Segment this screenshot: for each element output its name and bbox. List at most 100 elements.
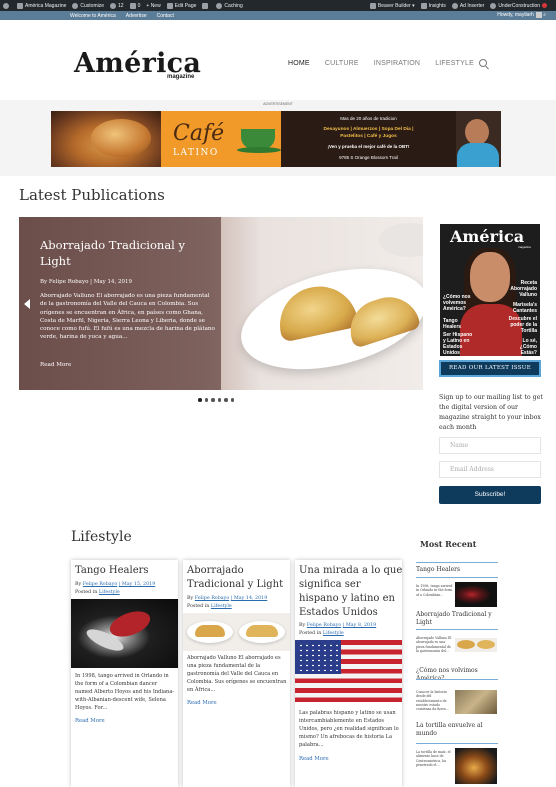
customize-label: Customize bbox=[80, 2, 105, 9]
card-posted-in: Posted in bbox=[187, 604, 210, 609]
empanada-image bbox=[195, 625, 225, 637]
card-image[interactable] bbox=[71, 599, 178, 668]
empanada-image bbox=[457, 640, 475, 649]
nav-inspiration[interactable]: INSPIRATION bbox=[374, 60, 420, 67]
caching-label: Caching bbox=[224, 2, 243, 9]
slider-dot[interactable] bbox=[224, 398, 228, 402]
recent-item-excerpt: La tortilla de maíz, el alimento base de… bbox=[416, 750, 451, 767]
card-category: Posted in Lifestyle bbox=[299, 630, 344, 637]
card-read-more[interactable]: Read More bbox=[75, 718, 105, 724]
beaver-builder-link[interactable]: Beaver Builder ▾ bbox=[369, 2, 415, 9]
new-content-link[interactable]: + New bbox=[146, 3, 160, 9]
slide-excerpt: Aborrajado Valluno El aborrajado es una … bbox=[40, 293, 215, 341]
name-input[interactable]: Name bbox=[439, 437, 541, 454]
featured-slider[interactable]: Aborrajado Tradicional y Light By Felipe… bbox=[19, 217, 423, 390]
nav-home[interactable]: HOME bbox=[288, 60, 310, 67]
subscribe-button[interactable]: Subscribe! bbox=[439, 486, 541, 504]
comment-icon bbox=[129, 2, 136, 9]
card-author-link[interactable]: Felipe Robayo bbox=[83, 582, 117, 587]
read-latest-issue-button[interactable]: READ OUR LATEST ISSUE bbox=[439, 360, 541, 377]
site-name-link[interactable]: América Magazine bbox=[17, 2, 66, 9]
card-category: Posted in Lifestyle bbox=[75, 589, 120, 596]
post-card[interactable]: Aborrajado Tradicional y Light By Felipe… bbox=[183, 560, 290, 787]
recent-item-title[interactable]: ¿Cómo nos volvimos América? bbox=[416, 667, 500, 683]
card-title[interactable]: Aborrajado Tradicional y Light bbox=[187, 564, 290, 592]
search-icon[interactable]: ⌕ bbox=[543, 12, 546, 18]
card-image[interactable] bbox=[183, 613, 290, 651]
slider-prev-arrow-icon[interactable] bbox=[24, 299, 30, 309]
lifestyle-heading: Lifestyle bbox=[71, 529, 132, 545]
empanada-image-2 bbox=[246, 625, 278, 637]
edit-page-link[interactable]: Edit Page bbox=[166, 2, 196, 9]
recent-item-excerpt: In 1998, tango arrived in Orlando in the… bbox=[416, 584, 453, 597]
card-author-link[interactable]: Felipe Robayo bbox=[307, 623, 341, 628]
nav-culture[interactable]: CULTURE bbox=[325, 60, 359, 67]
cover-headline-right-3: Descubre el poder de la Tortilla bbox=[508, 316, 537, 334]
cover-subtitle: magazine bbox=[518, 245, 532, 249]
top-link-contact[interactable]: Contact bbox=[157, 13, 174, 19]
recent-item-thumbnail[interactable] bbox=[455, 638, 497, 652]
slide-title[interactable]: Aborrajado Tradicional y Light bbox=[40, 237, 210, 269]
card-title[interactable]: Una mirada a lo que significa ser hispan… bbox=[299, 564, 402, 620]
cover-headline-left-1: ¿Cómo nos volvemos América? bbox=[443, 294, 471, 312]
card-date: | May 15, 2019 bbox=[118, 582, 156, 587]
ad-line-3: ¡Ven y prueba el mejor café de la OBT! bbox=[327, 144, 410, 149]
cafe-latino-banner[interactable]: Café LATINO Mas de 20 años de tradicion … bbox=[51, 111, 501, 167]
under-construction-link[interactable]: UnderConstruction bbox=[490, 2, 547, 9]
ad-inserter-link[interactable]: Ad Inserter bbox=[451, 2, 484, 9]
slider-dot[interactable] bbox=[230, 398, 234, 402]
card-meta: By Felipe Robayo | May 15, 2019 bbox=[75, 581, 155, 588]
recent-item-title[interactable]: Tango Healers bbox=[416, 566, 500, 574]
card-category-link[interactable]: Lifestyle bbox=[99, 590, 120, 595]
card-read-more[interactable]: Read More bbox=[187, 700, 217, 706]
slider-dot[interactable] bbox=[211, 398, 215, 402]
cover-headline-left-2: Tango Healers bbox=[443, 318, 462, 330]
card-category-link[interactable]: Lifestyle bbox=[323, 631, 344, 636]
card-read-more[interactable]: Read More bbox=[299, 756, 329, 762]
slider-dot[interactable] bbox=[198, 398, 202, 402]
comments-count: 0 bbox=[137, 2, 141, 9]
divider bbox=[416, 629, 498, 631]
wordpress-menu[interactable] bbox=[3, 2, 11, 9]
card-title[interactable]: Tango Healers bbox=[75, 564, 178, 578]
wpforms-link[interactable] bbox=[202, 2, 210, 9]
top-link-advertise[interactable]: Advertise bbox=[126, 13, 147, 19]
under-construction-label: UnderConstruction bbox=[498, 2, 540, 9]
card-category-link[interactable]: Lifestyle bbox=[211, 604, 232, 609]
cover-headline-right-2: Marisela's Cantantes bbox=[512, 302, 537, 314]
recent-item-thumbnail[interactable] bbox=[455, 690, 497, 714]
card-image[interactable] bbox=[295, 640, 402, 702]
search-icon[interactable] bbox=[479, 59, 487, 67]
recent-item-thumbnail[interactable] bbox=[455, 748, 497, 784]
cover-title: América bbox=[450, 227, 525, 246]
recent-item-title[interactable]: Aborrajado Tradicional y Light bbox=[416, 611, 500, 627]
card-meta: By Felipe Robayo | May 14, 2019 bbox=[187, 595, 267, 602]
ad-brand: Café bbox=[173, 121, 225, 146]
card-excerpt: In 1998, tango arrived in Orlando in the… bbox=[75, 673, 175, 711]
comments-link[interactable]: 0 bbox=[129, 2, 141, 9]
insights-link[interactable]: Insights bbox=[420, 2, 446, 9]
top-link-welcome[interactable]: Welcome to América bbox=[70, 13, 116, 19]
post-card[interactable]: Tango Healers By Felipe Robayo | May 15,… bbox=[71, 560, 178, 787]
recent-item-thumbnail[interactable] bbox=[455, 582, 497, 607]
magazine-cover[interactable]: América magazine ¿Cómo nos volvemos Amér… bbox=[440, 224, 540, 356]
updates-count: 12 bbox=[118, 2, 124, 9]
cover-headline-right-1: Receta Aborrajado Valluno bbox=[510, 280, 537, 298]
ad-person-face bbox=[465, 119, 489, 145]
email-input[interactable]: Email Address bbox=[439, 461, 541, 478]
ad-zone: ADVERTISEMENT Café LATINO Mas de 20 años… bbox=[0, 100, 556, 176]
slide-read-more[interactable]: Read More bbox=[40, 362, 71, 368]
slider-dot[interactable] bbox=[217, 398, 221, 402]
howdy-label: Howdy, mayilarh bbox=[497, 12, 534, 18]
nav-lifestyle[interactable]: LIFESTYLE bbox=[435, 60, 474, 67]
slider-dot[interactable] bbox=[204, 398, 208, 402]
updates-link[interactable]: 12 bbox=[110, 2, 124, 9]
cover-headline-left-3: Ser Hispano y Latino en Estados Unidos bbox=[443, 332, 473, 356]
caching-link[interactable]: Caching bbox=[216, 2, 243, 9]
customize-link[interactable]: Customize bbox=[72, 2, 105, 9]
howdy-account[interactable]: Howdy, mayilarh ⌕ bbox=[497, 12, 546, 18]
avatar bbox=[535, 12, 542, 18]
card-author-link[interactable]: Felipe Robayo bbox=[195, 596, 229, 601]
recent-item-title[interactable]: La tortilla envuelve al mundo bbox=[416, 722, 500, 738]
post-card[interactable]: Una mirada a lo que significa ser hispan… bbox=[295, 560, 402, 787]
